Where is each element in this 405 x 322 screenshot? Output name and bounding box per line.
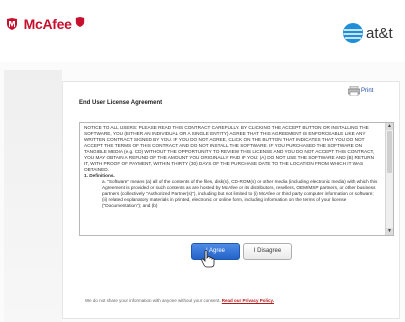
eula-text-box[interactable]: NOTICE TO ALL USERS: PLEASE READ THIS CO…	[79, 122, 394, 236]
scroll-thumb[interactable]	[387, 131, 392, 173]
brand-name: McAfee	[23, 16, 72, 32]
scroll-up-arrow-icon[interactable]: ▲	[386, 123, 393, 130]
installer-window: McAfee at&t Print End User License Agree…	[0, 0, 405, 322]
print-label[interactable]: Print	[361, 88, 373, 94]
scroll-down-arrow-icon[interactable]: ▼	[386, 228, 393, 235]
definition-item: a. "Software" means (a) all of the conte…	[102, 179, 378, 208]
partner-shield-icon	[75, 17, 85, 27]
left-sidebar	[4, 70, 62, 322]
eula-scrollbar[interactable]: ▲ ▼	[385, 123, 393, 235]
partner-logo	[75, 14, 115, 40]
disagree-button[interactable]: I Disagree	[243, 243, 292, 260]
agree-button[interactable]: I Agree	[191, 243, 240, 260]
carrier-name: at&t	[366, 24, 393, 42]
privacy-statement: We do not share your information with an…	[85, 298, 221, 303]
eula-notice: NOTICE TO ALL USERS: PLEASE READ THIS CO…	[84, 125, 375, 172]
hand-cursor-icon	[201, 250, 215, 268]
att-globe-icon	[343, 23, 363, 43]
footer-text: We do not share your information with an…	[85, 298, 274, 303]
eula-title: End User License Agreement	[79, 100, 163, 106]
privacy-policy-link[interactable]: Read our Privacy Policy.	[222, 298, 274, 303]
eula-text: NOTICE TO ALL USERS: PLEASE READ THIS CO…	[84, 125, 380, 209]
print-link[interactable]: Print	[348, 86, 373, 96]
mcafee-logo: McAfee	[6, 16, 72, 32]
att-logo: at&t	[342, 22, 393, 44]
printer-icon	[348, 86, 360, 96]
header: McAfee at&t	[0, 0, 405, 62]
mcafee-shield-icon	[7, 18, 17, 30]
